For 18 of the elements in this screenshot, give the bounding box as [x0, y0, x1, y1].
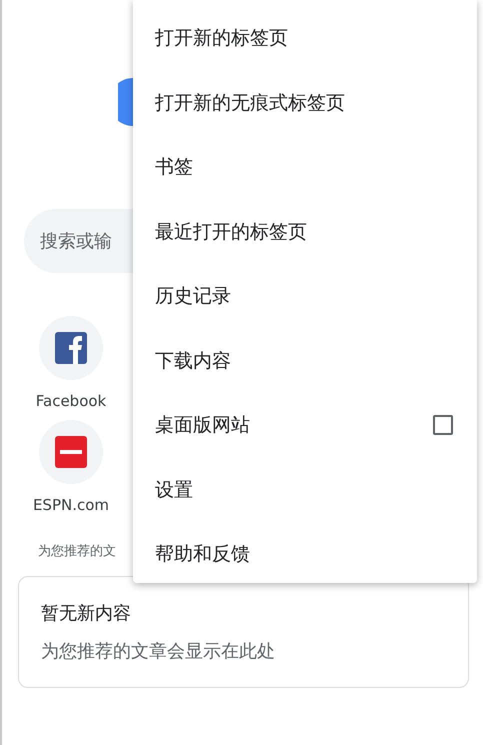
site-logo-icon [55, 332, 87, 364]
card-title: 暂无新内容 [41, 602, 132, 625]
shortcut-label[interactable]: Facebook [36, 392, 106, 410]
menu-item[interactable]: 最近打开的标签页 [155, 218, 307, 245]
shortcut-label[interactable]: ESPN.com [32, 496, 110, 514]
menu-item[interactable]: 帮助和反馈 [155, 541, 250, 568]
section-heading: 为您推荐的文 [38, 543, 116, 560]
menu-item[interactable]: 设置 [155, 476, 193, 503]
menu-item[interactable]: 下载内容 [155, 348, 231, 374]
checkbox[interactable] [433, 415, 453, 436]
menu-item[interactable]: 桌面版网站 [155, 412, 250, 438]
site-logo-icon [55, 436, 87, 468]
menu-item[interactable]: 历史记录 [155, 283, 231, 310]
menu-item[interactable]: 打开新的无痕式标签页 [155, 90, 345, 116]
menu-item[interactable]: 书签 [155, 154, 193, 180]
menu-item[interactable]: 打开新的标签页 [155, 25, 288, 52]
card-message: 为您推荐的文章会显示在此处 [41, 640, 276, 663]
logo-icon [118, 78, 133, 126]
